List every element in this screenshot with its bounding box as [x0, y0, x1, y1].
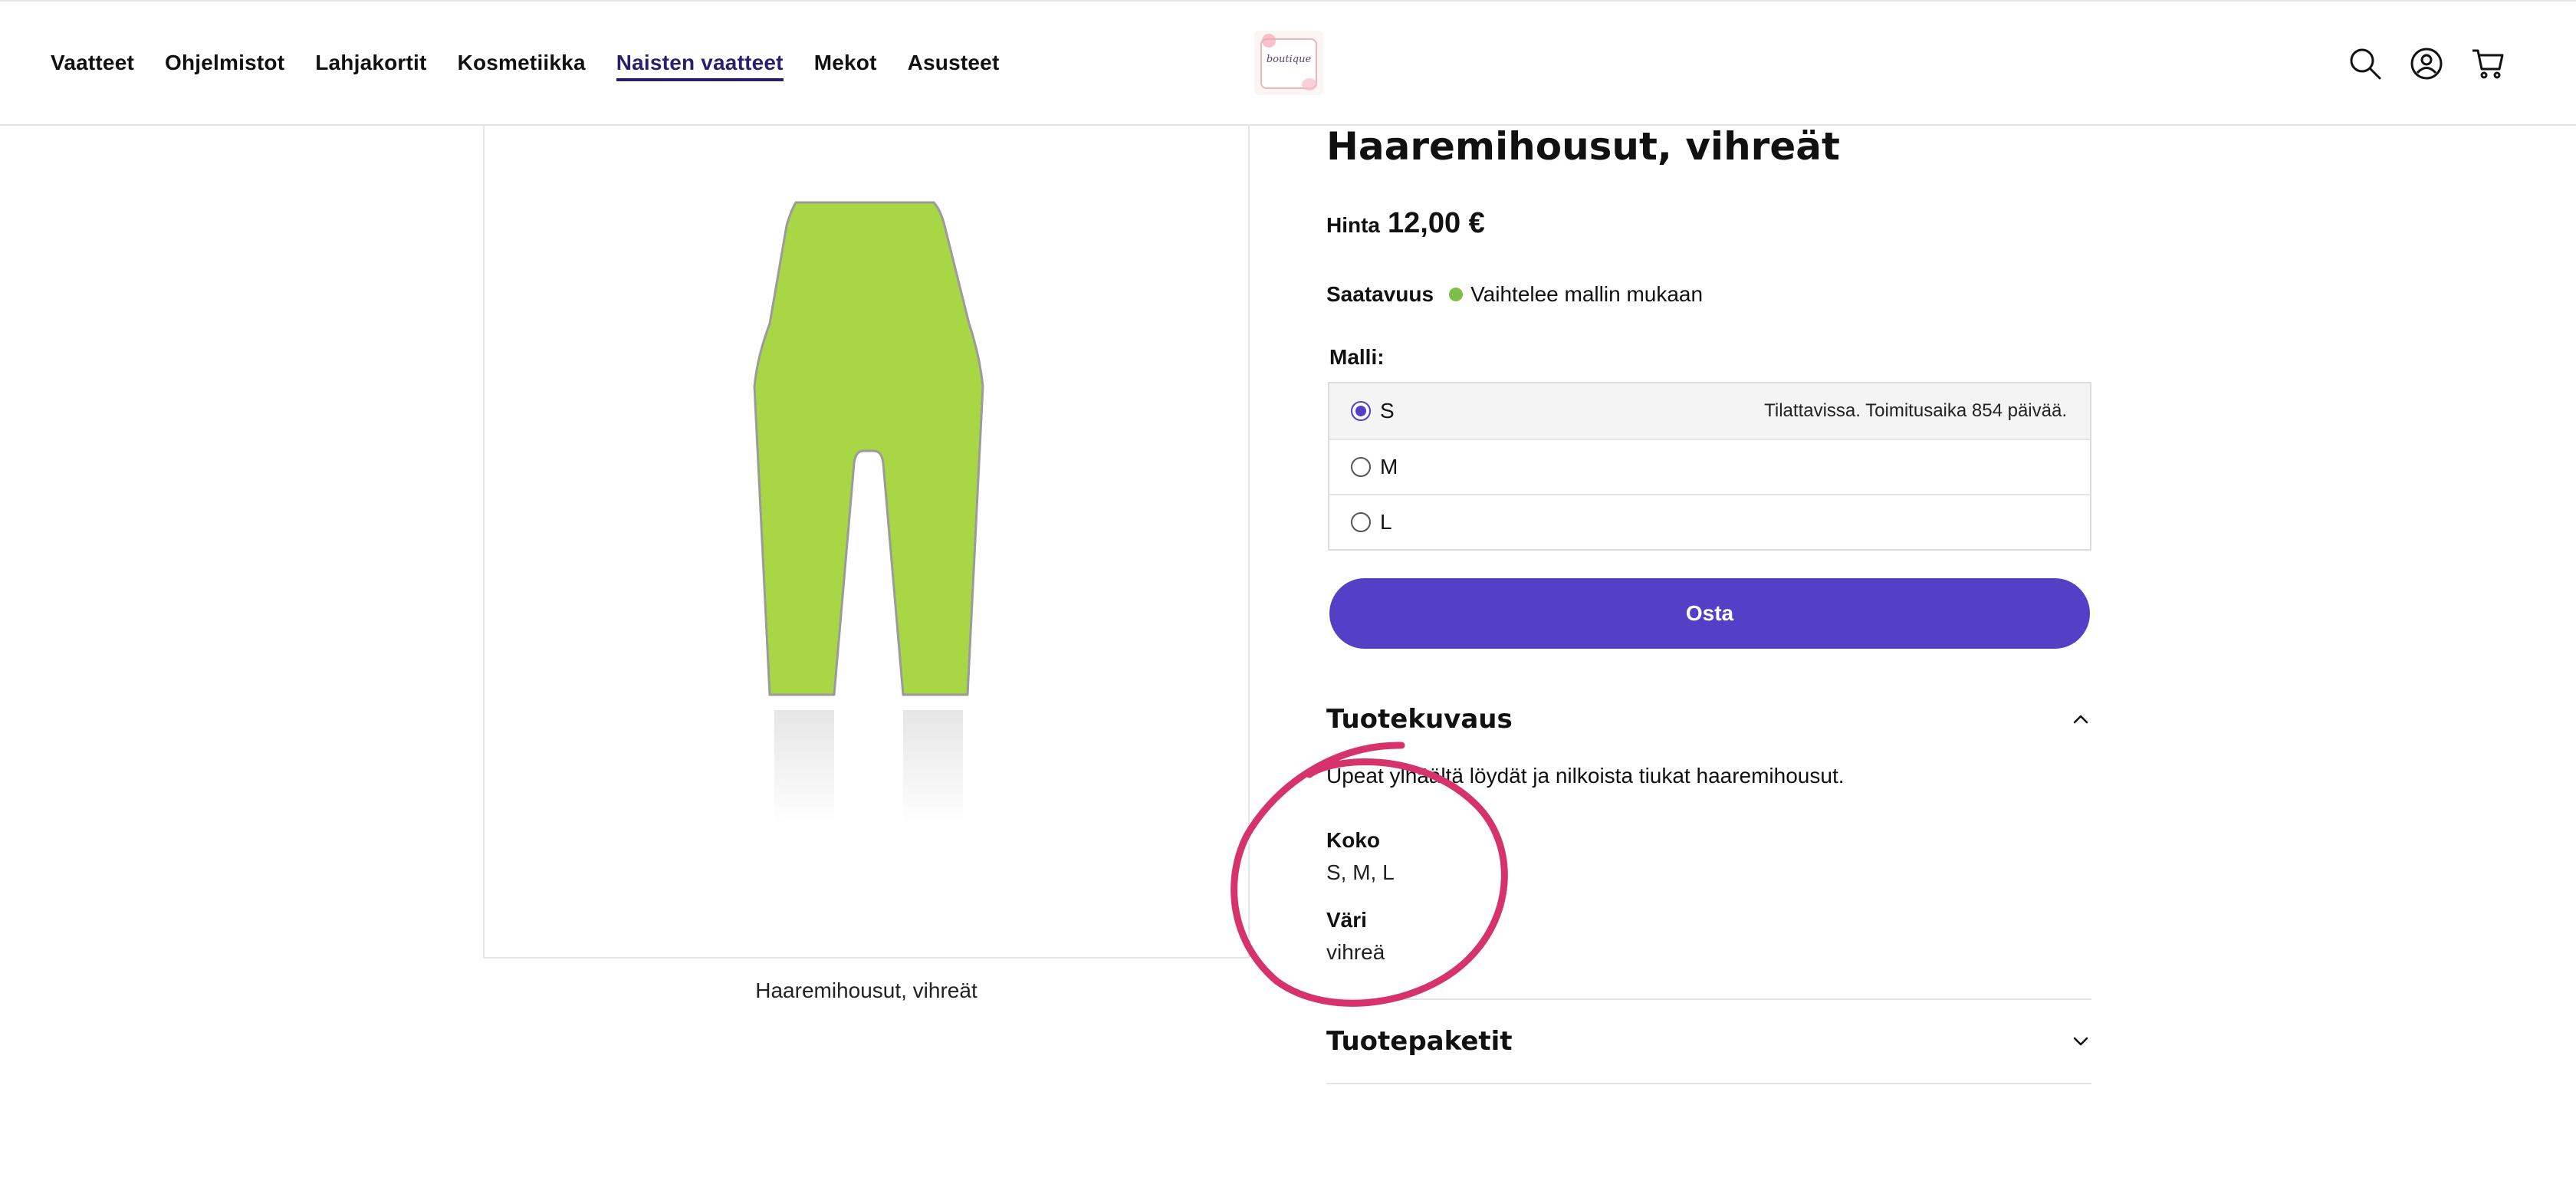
user-icon[interactable] [2409, 46, 2444, 81]
attribute-value-color: vihreä [1326, 940, 1385, 964]
divider [1326, 1083, 2091, 1084]
chevron-up-icon[interactable] [2070, 709, 2091, 730]
attribute-label-color: Väri [1326, 908, 1367, 932]
logo-wordmark: boutique [1266, 54, 1312, 65]
price-row: Hinta 12,00 € [1326, 207, 1485, 240]
variant-option-l[interactable]: L [1329, 494, 2090, 549]
pants-reflection [774, 710, 834, 825]
variant-options: S Tilattavissa. Toimitusaika 854 päivää.… [1328, 382, 2091, 551]
availability-value: Vaihtelee mallin mukaan [1470, 282, 1704, 306]
radio-button[interactable] [1351, 457, 1371, 477]
radio-button[interactable] [1351, 512, 1371, 532]
nav-item-mekot[interactable]: Mekot [814, 51, 877, 81]
pants-reflection [903, 710, 963, 825]
accordion-packages-header[interactable]: Tuotepaketit [1326, 1011, 2091, 1072]
accordion-title: Tuotekuvaus [1326, 704, 1513, 735]
price-label: Hinta [1326, 213, 1380, 237]
product-image-pants [753, 201, 984, 825]
variant-name: L [1380, 510, 1392, 534]
divider [1326, 998, 2091, 1000]
variant-delivery-note: Tilattavissa. Toimitusaika 854 päivää. [1764, 400, 2067, 421]
product-image-panel[interactable] [483, 126, 1250, 959]
availability-label: Saatavuus [1326, 282, 1434, 306]
availability-row: Saatavuus Vaihtelee mallin mukaan [1326, 282, 1703, 307]
image-caption: Haaremihousut, vihreät [755, 978, 978, 1002]
logo-flower-decoration [1302, 78, 1317, 90]
variant-name: M [1380, 455, 1398, 479]
variant-option-s[interactable]: S Tilattavissa. Toimitusaika 854 päivää. [1329, 383, 2090, 439]
nav-item-kosmetiikka[interactable]: Kosmetiikka [458, 51, 586, 81]
cart-icon[interactable] [2470, 46, 2505, 81]
buy-button[interactable]: Osta [1329, 578, 2090, 649]
attribute-label-size: Koko [1326, 828, 1380, 852]
product-title: Haaremihousut, vihreät [1326, 124, 1840, 169]
price-value: 12,00 € [1388, 207, 1485, 239]
variant-name: S [1380, 399, 1395, 423]
nav-item-vaatteet[interactable]: Vaatteet [51, 51, 134, 81]
availability-status-dot [1449, 288, 1464, 301]
product-description: Upeat ylhäältä löydät ja nilkoista tiuka… [1326, 764, 1845, 788]
accordion-description-header[interactable]: Tuotekuvaus [1326, 689, 2091, 750]
logo-flower-decoration [1262, 34, 1276, 48]
accordion-title: Tuotepaketit [1326, 1026, 1513, 1057]
attribute-value-size: S, M, L [1326, 860, 1395, 884]
search-icon[interactable] [2348, 46, 2383, 81]
radio-button-selected[interactable] [1351, 401, 1371, 421]
nav-item-asusteet[interactable]: Asusteet [908, 51, 1000, 81]
nav-item-naisten-vaatteet[interactable]: Naisten vaatteet [616, 51, 784, 81]
nav-item-lahjakortit[interactable]: Lahjakortit [315, 51, 426, 81]
site-header: Vaatteet Ohjelmistot Lahjakortit Kosmeti… [0, 0, 2576, 126]
main-nav: Vaatteet Ohjelmistot Lahjakortit Kosmeti… [51, 51, 999, 81]
variant-label: Malli: [1329, 345, 1385, 369]
variant-option-m[interactable]: M [1329, 439, 2090, 494]
store-logo[interactable]: boutique [1254, 31, 1323, 95]
header-icons [2348, 46, 2505, 81]
nav-item-ohjelmistot[interactable]: Ohjelmistot [165, 51, 284, 81]
pants-shape [753, 201, 984, 696]
chevron-down-icon[interactable] [2070, 1031, 2091, 1052]
